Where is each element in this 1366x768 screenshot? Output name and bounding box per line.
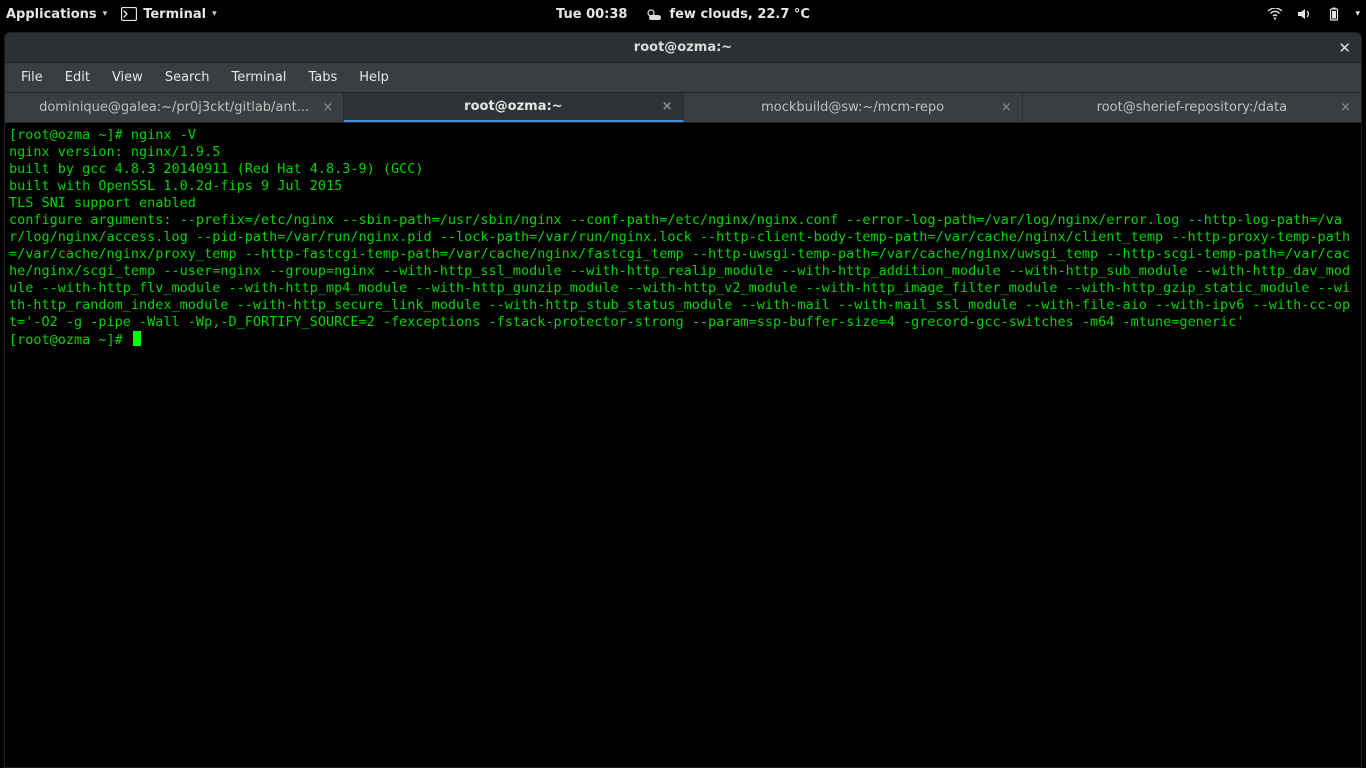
- clock-label: Tue 00:38: [556, 7, 627, 22]
- tab-close-icon[interactable]: ×: [662, 99, 673, 114]
- clock[interactable]: Tue 00:38: [556, 7, 627, 22]
- system-menu-chevron-icon[interactable]: ▾: [1355, 9, 1360, 19]
- menu-edit[interactable]: Edit: [55, 66, 100, 89]
- chevron-down-icon: ▾: [212, 9, 217, 19]
- weather-cloud-icon: [645, 7, 663, 21]
- tab-close-icon[interactable]: ×: [322, 100, 333, 115]
- tab-label: root@ozma:~: [464, 99, 562, 114]
- applications-label: Applications: [6, 7, 97, 22]
- tab-label: root@sherief-repository:/data: [1097, 100, 1287, 115]
- prompt: [root@ozma ~]#: [9, 127, 131, 143]
- menu-view[interactable]: View: [102, 66, 153, 89]
- terminal-output: [root@ozma ~]# nginx -V nginx version: n…: [9, 127, 1357, 349]
- battery-icon[interactable]: [1327, 7, 1341, 21]
- window-title: root@ozma:~: [634, 40, 732, 55]
- menu-help[interactable]: Help: [349, 66, 399, 89]
- terminal-tab[interactable]: dominique@galea:~/pr0j3ckt/gitlab/ant...…: [5, 93, 344, 122]
- tab-close-icon[interactable]: ×: [1001, 100, 1012, 115]
- cursor-block: [133, 331, 141, 346]
- menu-file[interactable]: File: [11, 66, 53, 89]
- window-titlebar[interactable]: root@ozma:~ ✕: [5, 33, 1361, 63]
- output-text: nginx version: nginx/1.9.5 built by gcc …: [9, 144, 1350, 330]
- menubar: File Edit View Search Terminal Tabs Help: [5, 63, 1361, 93]
- terminal-tab[interactable]: mockbuild@sw:~/mcm-repo ×: [684, 93, 1023, 122]
- menu-search[interactable]: Search: [155, 66, 220, 89]
- weather-indicator[interactable]: few clouds, 22.7 °C: [645, 7, 810, 22]
- command-text: nginx -V: [131, 127, 196, 143]
- weather-label: few clouds, 22.7 °C: [669, 7, 810, 22]
- window-close-button[interactable]: ✕: [1338, 33, 1351, 62]
- prompt: [root@ozma ~]#: [9, 332, 131, 348]
- gnome-topbar: Applications ▾ Terminal ▾ Tue 00:38 few …: [0, 0, 1366, 28]
- tab-label: mockbuild@sw:~/mcm-repo: [761, 100, 944, 115]
- active-app-menu[interactable]: Terminal ▾: [121, 7, 216, 22]
- terminal-icon: [121, 7, 137, 21]
- tabbar: dominique@galea:~/pr0j3ckt/gitlab/ant...…: [5, 93, 1361, 123]
- terminal-window: root@ozma:~ ✕ File Edit View Search Term…: [4, 32, 1362, 768]
- tab-label: dominique@galea:~/pr0j3ckt/gitlab/ant...: [39, 100, 309, 115]
- chevron-down-icon: ▾: [103, 9, 108, 19]
- volume-icon[interactable]: [1297, 8, 1313, 20]
- active-app-label: Terminal: [143, 7, 206, 22]
- terminal-tab[interactable]: root@ozma:~ ×: [344, 93, 683, 122]
- terminal-viewport[interactable]: [root@ozma ~]# nginx -V nginx version: n…: [5, 123, 1361, 767]
- menu-tabs[interactable]: Tabs: [298, 66, 347, 89]
- wifi-icon[interactable]: [1267, 8, 1283, 20]
- menu-terminal[interactable]: Terminal: [221, 66, 296, 89]
- terminal-tab[interactable]: root@sherief-repository:/data ×: [1023, 93, 1361, 122]
- tab-close-icon[interactable]: ×: [1340, 100, 1351, 115]
- applications-menu[interactable]: Applications ▾: [6, 7, 107, 22]
